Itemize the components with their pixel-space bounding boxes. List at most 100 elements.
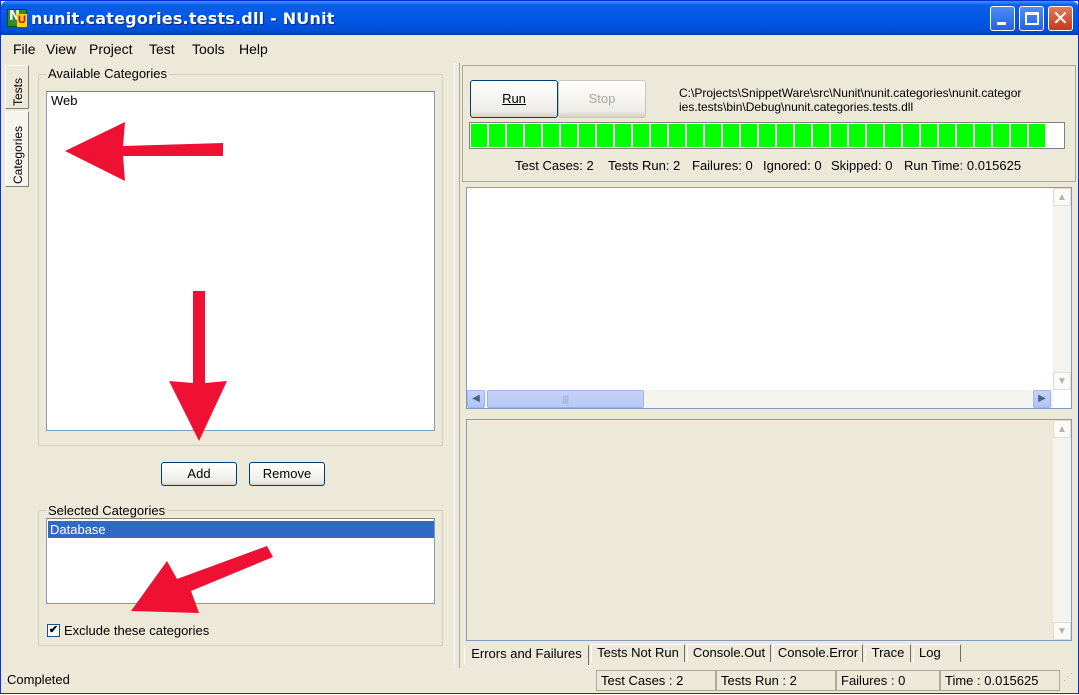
stat-skipped: Skipped: 0 <box>831 158 893 173</box>
progress-segment <box>561 124 577 147</box>
progress-segment <box>1011 124 1027 147</box>
status-tests-run: Tests Run : 2 <box>716 670 836 691</box>
nunit-app-icon: N U <box>7 9 27 27</box>
progress-segment <box>849 124 865 147</box>
progress-segment <box>993 124 1009 147</box>
tab-trace[interactable]: Trace <box>865 644 911 662</box>
scroll-up-icon[interactable]: ▲ <box>1053 188 1071 206</box>
progress-segment <box>705 124 721 147</box>
menu-tools[interactable]: Tools <box>192 41 225 57</box>
list-item-web[interactable]: Web <box>49 92 78 109</box>
exclude-categories-label[interactable]: Exclude these categories <box>64 623 209 638</box>
list-item-database[interactable]: Database <box>48 521 434 538</box>
stack-trace-scrollbar[interactable]: ▲ ▼ <box>1053 420 1071 640</box>
progress-segment <box>975 124 991 147</box>
exclude-categories-checkbox[interactable]: ✔ <box>47 624 60 637</box>
errors-vertical-scrollbar[interactable]: ▲ ▼ <box>1053 188 1071 390</box>
tab-categories-label: Categories <box>11 125 25 184</box>
stat-tests-run: Tests Run: 2 <box>608 158 681 173</box>
progress-segment <box>813 124 829 147</box>
minimize-button[interactable] <box>990 6 1015 31</box>
menu-project[interactable]: Project <box>89 41 133 57</box>
progress-segment <box>795 124 811 147</box>
tab-log[interactable]: Log <box>913 644 961 662</box>
run-button[interactable]: Run <box>470 80 558 118</box>
available-categories-list[interactable]: Web <box>46 91 435 431</box>
window-title: nunit.categories.tests.dll - NUnit <box>31 9 335 28</box>
progress-segment <box>759 124 775 147</box>
scroll-left-icon[interactable]: ◀ <box>467 390 485 408</box>
tab-tests-label: Tests <box>11 77 25 106</box>
stack-trace-pane[interactable]: ▲ ▼ <box>466 419 1072 641</box>
progress-segment <box>507 124 523 147</box>
test-progress-bar <box>469 122 1065 149</box>
status-test-cases: Test Cases : 2 <box>596 670 716 691</box>
menu-help[interactable]: Help <box>239 41 268 57</box>
progress-segment <box>921 124 937 147</box>
nunit-window: N U nunit.categories.tests.dll - NUnit ✕… <box>0 0 1079 694</box>
progress-segment <box>741 124 757 147</box>
status-bar: Completed Test Cases : 2 Tests Run : 2 F… <box>1 669 1078 693</box>
title-bar[interactable]: N U nunit.categories.tests.dll - NUnit ✕ <box>1 1 1078 35</box>
side-tab-strip: Tests Categories <box>5 65 29 665</box>
stat-failures: Failures: 0 <box>692 158 753 173</box>
progress-segment <box>471 124 487 147</box>
menu-bar: File View Project Test Tools Help <box>1 37 1078 59</box>
progress-segment <box>939 124 955 147</box>
progress-segment <box>633 124 649 147</box>
menu-test[interactable]: Test <box>149 41 175 57</box>
progress-segment <box>903 124 919 147</box>
minimize-icon <box>997 22 1006 25</box>
status-text: Completed <box>7 672 70 687</box>
menu-view[interactable]: View <box>46 41 76 57</box>
status-failures: Failures : 0 <box>836 670 940 691</box>
selected-categories-list[interactable]: Database <box>46 518 435 604</box>
scroll-right-icon[interactable]: ▶ <box>1033 390 1051 408</box>
errors-list-pane[interactable]: ▲ ▼ ◀ ||| ▶ <box>466 187 1072 409</box>
stat-ignored: Ignored: 0 <box>763 158 822 173</box>
close-icon: ✕ <box>1052 6 1069 30</box>
resize-grip-icon[interactable]: ⋰ <box>1063 673 1075 689</box>
stop-button[interactable]: Stop <box>558 80 646 118</box>
progress-segment <box>615 124 631 147</box>
tab-console-out[interactable]: Console.Out <box>687 644 771 662</box>
progress-segment <box>651 124 667 147</box>
selected-categories-label: Selected Categories <box>46 503 168 518</box>
remove-button[interactable]: Remove <box>249 462 325 486</box>
progress-segment <box>885 124 901 147</box>
progress-segment <box>687 124 703 147</box>
progress-segment <box>579 124 595 147</box>
tab-tests[interactable]: Tests <box>5 65 29 109</box>
progress-segment <box>867 124 883 147</box>
progress-segment <box>723 124 739 147</box>
status-time: Time : 0.015625 <box>940 670 1060 691</box>
menu-file[interactable]: File <box>13 41 36 57</box>
stat-run-time: Run Time: 0.015625 <box>904 158 1022 173</box>
maximize-button[interactable] <box>1019 6 1044 31</box>
stat-test-cases: Test Cases: 2 <box>515 158 594 173</box>
scroll-down-icon[interactable]: ▼ <box>1053 372 1071 390</box>
assembly-path: C:\Projects\SnippetWare\src\Nunit\nunit.… <box>679 86 1022 114</box>
add-button[interactable]: Add <box>161 462 237 486</box>
progress-segment <box>669 124 685 147</box>
progress-fill <box>471 124 1047 147</box>
progress-segment <box>1029 124 1045 147</box>
progress-segment <box>831 124 847 147</box>
scroll-down-icon[interactable]: ▼ <box>1053 622 1071 640</box>
available-categories-label: Available Categories <box>46 66 169 81</box>
tab-tests-not-run[interactable]: Tests Not Run <box>591 644 685 662</box>
close-button[interactable]: ✕ <box>1048 6 1073 31</box>
progress-segment <box>489 124 505 147</box>
progress-segment <box>597 124 613 147</box>
progress-segment <box>543 124 559 147</box>
tab-categories[interactable]: Categories <box>5 111 29 187</box>
scroll-up-icon[interactable]: ▲ <box>1053 420 1071 438</box>
panel-splitter[interactable] <box>454 63 460 668</box>
tab-console-error[interactable]: Console.Error <box>773 644 863 662</box>
progress-segment <box>525 124 541 147</box>
errors-horizontal-scrollbar[interactable]: ◀ ||| ▶ <box>467 390 1053 408</box>
horizontal-scroll-thumb[interactable]: ||| <box>487 390 644 408</box>
tab-errors-and-failures[interactable]: Errors and Failures <box>464 645 589 665</box>
progress-segment <box>957 124 973 147</box>
maximize-icon <box>1025 12 1039 25</box>
